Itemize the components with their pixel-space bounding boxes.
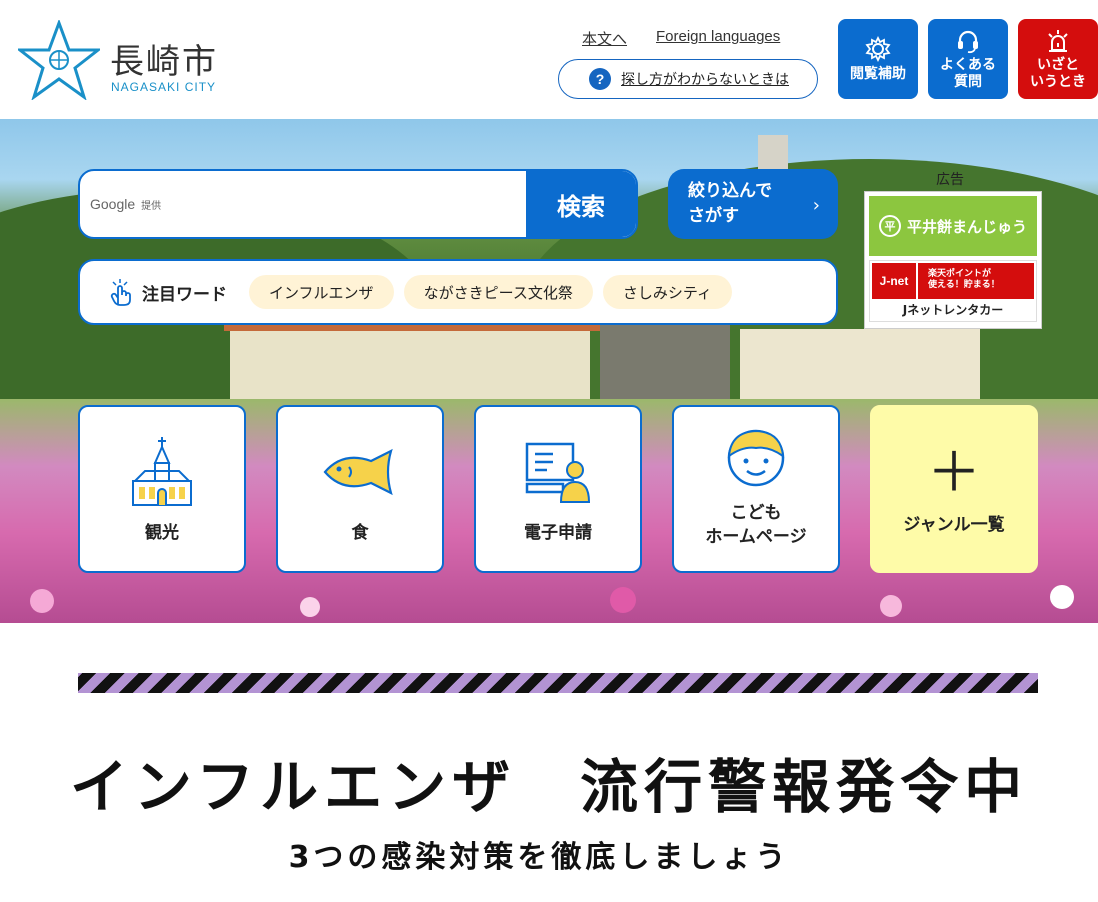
background-flower: [880, 595, 902, 617]
background-building: [740, 329, 980, 409]
tile-genre-list[interactable]: ＋ ジャンル一覧: [870, 405, 1038, 573]
skip-to-content-link[interactable]: 本文へ: [582, 28, 627, 49]
google-sub-label: 提供: [141, 200, 162, 212]
search-help-label: 探し方がわからないときは: [621, 72, 789, 88]
foreign-languages-link[interactable]: Foreign languages: [656, 28, 780, 45]
background-flower: [1050, 585, 1074, 609]
background-flower: [610, 587, 636, 613]
emergency-label-2: いうとき: [1030, 73, 1086, 90]
city-name-en: NAGASAKI CITY: [111, 80, 217, 94]
ad-banners: 平 平井餅まんじゅう J-net 楽天ポイントが 使える！貯まる！ Jネットレン…: [864, 191, 1042, 329]
influenza-alert-title[interactable]: インフルエンザ 流行警報発令中: [0, 740, 1098, 824]
google-label: Google: [90, 196, 136, 212]
question-icon: ?: [589, 68, 611, 90]
keyword-chip-sashimi-city[interactable]: さしみシティ: [602, 275, 732, 309]
keyword-chip-influenza[interactable]: インフルエンザ: [249, 275, 394, 309]
ad-hirai-text: 平井餅まんじゅう: [906, 217, 1027, 236]
keyword-chip-peace-festival[interactable]: ながさきピース文化祭: [403, 275, 593, 309]
fish-icon: [323, 448, 393, 496]
alarm-light-icon: [1048, 29, 1068, 52]
search-button[interactable]: 検索: [526, 171, 636, 237]
tile-tourism[interactable]: 観光: [78, 405, 246, 573]
tile-food[interactable]: 食: [276, 405, 444, 573]
church-icon: [132, 437, 192, 506]
ad-banner-hirai[interactable]: 平 平井餅まんじゅう: [869, 196, 1037, 256]
background-building: [230, 325, 590, 409]
featured-keywords: 注目ワード インフルエンザ ながさきピース文化祭 さしみシティ: [78, 259, 838, 325]
child-face-icon: [727, 429, 785, 487]
jnet-logo: J-net: [872, 263, 916, 299]
tile-kids-label-1: こども: [730, 503, 782, 523]
tile-e-application-label: 電子申請: [524, 523, 592, 543]
site-header: 長崎市 NAGASAKI CITY 本文へ Foreign languages …: [0, 0, 1098, 119]
tile-genre-list-label: ジャンル一覧: [903, 515, 1005, 535]
rakuten-line-1: 楽天ポイントが: [928, 269, 992, 279]
chevron-right-icon: ›: [812, 195, 820, 216]
background-flower: [300, 597, 320, 617]
jnet-rental-label: Jネットレンタカー: [902, 303, 1004, 317]
influenza-alert-subtitle: 3つの感染対策を徹底しましょう: [288, 840, 790, 875]
site-search-box: Google 提供 検索: [78, 169, 638, 239]
narrow-search-button[interactable]: 絞り込んで さがす ›: [668, 169, 838, 239]
accessibility-button[interactable]: 閲覧補助: [838, 19, 918, 99]
hero-banner: Google 提供 検索 絞り込んで さがす › 注目ワード インフルエンザ な…: [0, 119, 1098, 623]
star-logo-icon: [18, 20, 100, 100]
headset-icon: [958, 30, 978, 53]
tile-e-application[interactable]: 電子申請: [474, 405, 642, 573]
tile-food-label: 食: [351, 523, 369, 543]
rakuten-point-banner: 楽天ポイントが 使える！貯まる！: [918, 263, 1034, 299]
warning-stripe: [78, 673, 1038, 693]
tile-kids-label: こども ホームページ: [705, 501, 806, 549]
background-flower: [30, 589, 54, 613]
tile-tourism-label: 観光: [145, 523, 179, 543]
faq-label-2: 質問: [954, 73, 982, 90]
search-input[interactable]: Google 提供: [80, 171, 528, 237]
accessibility-label: 閲覧補助: [850, 66, 906, 82]
emergency-button[interactable]: いざと いうとき: [1018, 19, 1098, 99]
gear-icon: [865, 35, 891, 63]
tile-kids-label-2: ホームページ: [705, 527, 807, 547]
plus-icon: ＋: [927, 440, 981, 504]
ad-label: 広告: [936, 172, 964, 188]
faq-button[interactable]: よくある 質問: [928, 19, 1008, 99]
background-arch: [600, 315, 730, 409]
city-logo[interactable]: 長崎市 NAGASAKI CITY: [18, 20, 248, 100]
keywords-title: 注目ワード: [142, 284, 227, 305]
computer-user-icon: [525, 442, 591, 503]
city-name: 長崎市: [110, 42, 218, 82]
ad-banner-jnet[interactable]: J-net 楽天ポイントが 使える！貯まる！ Jネットレンタカー: [869, 260, 1037, 322]
faq-label-1: よくある: [940, 56, 996, 73]
hirai-logo-icon: 平: [878, 215, 901, 237]
tile-kids-homepage[interactable]: こども ホームページ: [672, 405, 840, 573]
search-help-button[interactable]: ? 探し方がわからないときは: [558, 59, 818, 99]
rakuten-line-2: 使える！貯まる！: [928, 280, 1000, 290]
pointer-hand-icon: [110, 279, 131, 306]
emergency-label-1: いざと: [1037, 56, 1079, 73]
